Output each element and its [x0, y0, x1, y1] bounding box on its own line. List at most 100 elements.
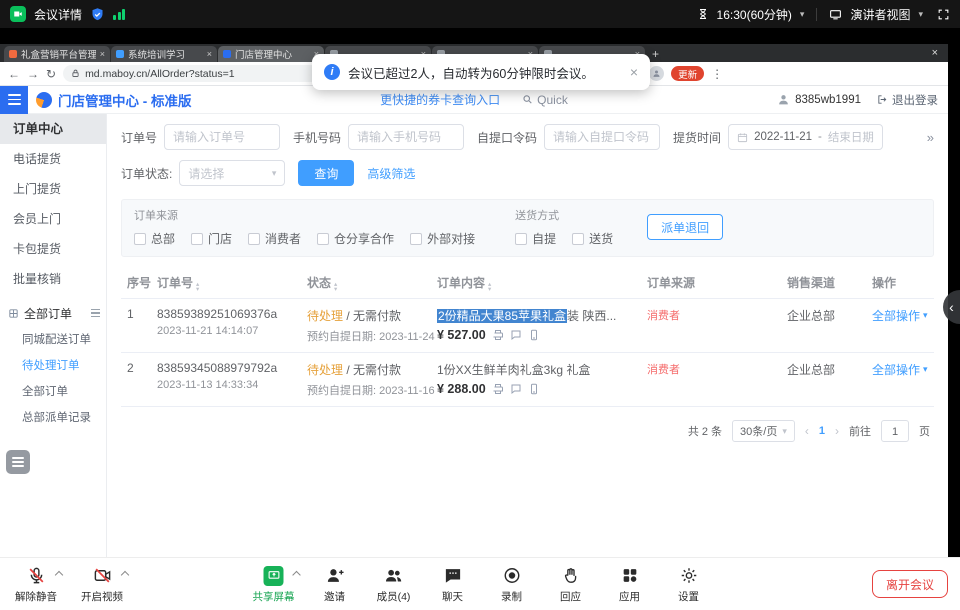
cell-action: 全部操作▾: [872, 307, 932, 324]
tab-close-icon[interactable]: ×: [207, 49, 212, 59]
table-row[interactable]: 1 83859389251069376a 2023-11-21 14:14:07…: [121, 299, 934, 353]
sidebar-group-all-orders[interactable]: 全部订单: [0, 299, 106, 327]
date-range-picker[interactable]: 2022-11-21 - 结束日期: [728, 124, 883, 150]
table-row[interactable]: 2 83859345088979792a 2023-11-13 14:33:34…: [121, 353, 934, 407]
fullscreen-icon[interactable]: [937, 8, 950, 21]
message-icon[interactable]: [510, 329, 522, 341]
unmute-button[interactable]: 解除静音: [12, 565, 60, 604]
leave-meeting-button[interactable]: 离开会议: [872, 570, 948, 598]
reactions-button[interactable]: 回应: [549, 565, 593, 604]
forward-icon[interactable]: →: [27, 67, 39, 81]
sidebar-item-phone-pickup[interactable]: 电话提货: [0, 144, 106, 174]
sort-icons[interactable]: ▴▾: [488, 282, 491, 292]
browser-menu-icon[interactable]: ⋮: [711, 67, 723, 81]
page-size-select[interactable]: 30条/页 ▾: [732, 420, 795, 442]
hamburger-menu-button[interactable]: [0, 86, 28, 114]
quick-search[interactable]: Quick: [522, 93, 568, 107]
sort-icons[interactable]: ▴▾: [334, 282, 337, 292]
sidebar-item-pending-orders[interactable]: 待处理订单: [0, 353, 106, 379]
order-no-input[interactable]: [164, 124, 280, 150]
checkbox-delivery[interactable]: 送货: [572, 230, 613, 247]
browser-tab-active[interactable]: 门店管理中心 ×: [218, 46, 324, 62]
window-close-icon[interactable]: ×: [926, 47, 944, 59]
checkbox-warehouse-coop[interactable]: 仓分享合作: [317, 230, 394, 247]
invite-button[interactable]: 邀请: [313, 565, 357, 604]
quick-label: Quick: [537, 93, 568, 107]
sort-icons[interactable]: ▴▾: [196, 282, 199, 292]
site-lock-icon[interactable]: [71, 69, 80, 78]
meeting-timer[interactable]: 16:30(60分钟): [717, 6, 792, 23]
cell-channel: 企业总部: [787, 307, 872, 324]
sidebar-item-card-pickup[interactable]: 卡包提货: [0, 234, 106, 264]
col-header-status[interactable]: 状态▴▾: [307, 274, 437, 292]
pickup-code-input[interactable]: [544, 124, 660, 150]
sidebar-item-all-orders[interactable]: 全部订单: [0, 379, 106, 405]
shield-check-icon[interactable]: [90, 7, 105, 22]
view-mode-label[interactable]: 演讲者视图: [850, 6, 910, 23]
all-actions-dropdown[interactable]: 全部操作▾: [872, 307, 932, 324]
settings-button[interactable]: 设置: [667, 565, 711, 604]
browser-tab[interactable]: 系统培训学习 ×: [111, 46, 217, 62]
floating-menu-button[interactable]: [6, 450, 30, 474]
members-button[interactable]: 成员(4): [372, 565, 416, 604]
phone-icon[interactable]: [528, 383, 540, 395]
browser-profile-icon[interactable]: [649, 66, 664, 81]
info-icon: i: [324, 64, 340, 80]
order-time: 2023-11-21 14:14:07: [157, 325, 307, 337]
members-icon: [384, 565, 404, 587]
print-icon[interactable]: [492, 383, 504, 395]
phone-input[interactable]: [348, 124, 464, 150]
col-header-order-no[interactable]: 订单号▴▾: [157, 274, 307, 292]
sidebar-item-hq-dispatch[interactable]: 总部派单记录: [0, 405, 106, 431]
logout-button[interactable]: 退出登录: [877, 92, 938, 108]
dispatch-return-button[interactable]: 派单退回: [647, 214, 723, 240]
checkbox-self-pickup[interactable]: 自提: [515, 230, 556, 247]
browser-update-button[interactable]: 更新: [671, 66, 704, 81]
sidebar-item-member-visit[interactable]: 会员上门: [0, 204, 106, 234]
search-button[interactable]: 查询: [298, 160, 354, 186]
phone-icon[interactable]: [528, 329, 540, 341]
pickup-time-label: 提货时间: [673, 129, 721, 146]
checkbox-consumer[interactable]: 消费者: [248, 230, 301, 247]
checkbox-external[interactable]: 外部对接: [410, 230, 475, 247]
chevron-up-icon[interactable]: [121, 570, 129, 578]
message-icon[interactable]: [510, 383, 522, 395]
chat-button[interactable]: 聊天: [431, 565, 475, 604]
sidebar-item-batch-verify[interactable]: 批量核销: [0, 264, 106, 294]
goto-page-input[interactable]: 1: [881, 420, 909, 442]
order-number: 83859389251069376a: [157, 307, 307, 321]
advanced-filter-link[interactable]: 高级筛选: [367, 165, 415, 182]
double-arrow-icon[interactable]: »: [927, 130, 934, 145]
sidebar-panel-toggle-icon[interactable]: [91, 309, 100, 318]
page-size-value: 30条/页: [740, 423, 777, 439]
start-video-button[interactable]: 开启视频: [78, 565, 126, 604]
next-page-icon[interactable]: ›: [835, 424, 839, 438]
checkbox-hq[interactable]: 总部: [134, 230, 175, 247]
user-account[interactable]: 8385wb1991: [777, 93, 861, 106]
banner-close-icon[interactable]: ×: [630, 64, 638, 80]
coupon-query-link[interactable]: 更快捷的券卡查询入口: [380, 91, 500, 108]
print-icon[interactable]: [492, 329, 504, 341]
sidebar-item-door-pickup[interactable]: 上门提货: [0, 174, 106, 204]
record-button[interactable]: 录制: [490, 565, 534, 604]
meeting-detail-label[interactable]: 会议详情: [34, 6, 82, 23]
current-page[interactable]: 1: [819, 425, 825, 437]
chevron-up-icon[interactable]: [55, 570, 63, 578]
share-screen-button[interactable]: 共享屏幕: [250, 565, 298, 604]
pickup-code-label: 自提口令码: [477, 129, 537, 146]
browser-tab[interactable]: 礼盒营销平台管理中心 ×: [4, 46, 110, 62]
chevron-up-icon[interactable]: [292, 570, 300, 578]
view-caret-icon[interactable]: ▾: [918, 9, 923, 20]
prev-page-icon[interactable]: ‹: [805, 424, 809, 438]
order-status-select[interactable]: 请选择 ▾: [179, 160, 285, 186]
all-actions-dropdown[interactable]: 全部操作▾: [872, 361, 932, 378]
apps-button[interactable]: 应用: [608, 565, 652, 604]
timer-caret-icon[interactable]: ▾: [800, 9, 805, 20]
sidebar-item-city-delivery[interactable]: 同城配送订单: [0, 327, 106, 353]
tab-close-icon[interactable]: ×: [100, 49, 105, 59]
source-tag: 消费者: [647, 310, 680, 322]
col-header-content[interactable]: 订单内容▴▾: [437, 274, 647, 292]
back-icon[interactable]: ←: [8, 67, 20, 81]
reload-icon[interactable]: ↻: [46, 67, 56, 81]
checkbox-store[interactable]: 门店: [191, 230, 232, 247]
